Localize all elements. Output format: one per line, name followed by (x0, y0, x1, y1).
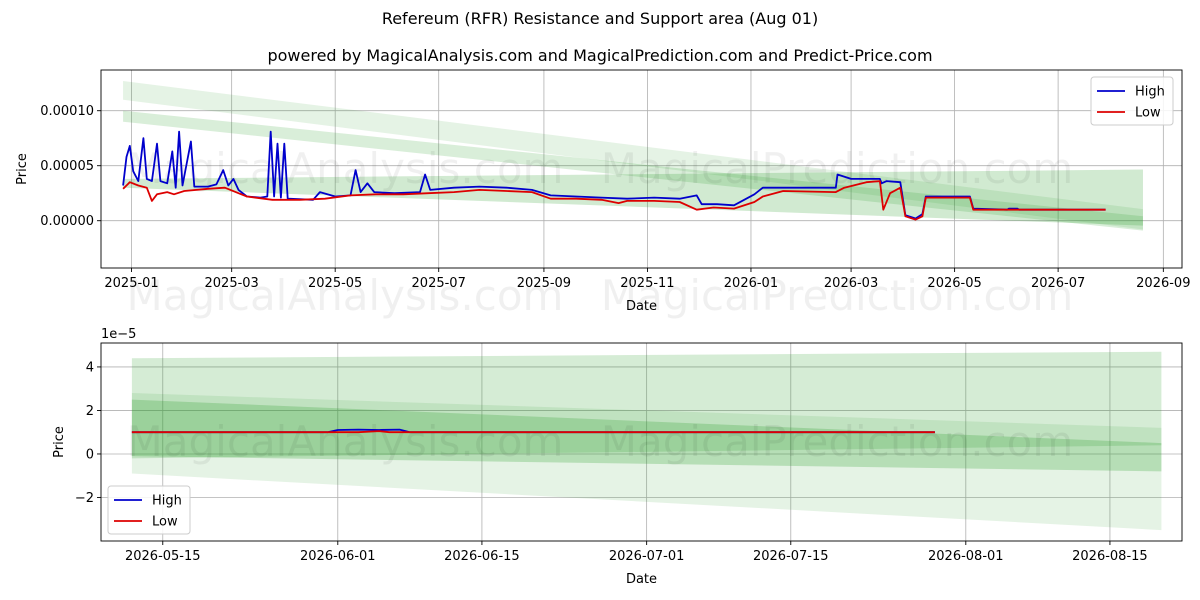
x-tick-label: 2026-01 (724, 276, 778, 291)
x-tick-label: 2025-11 (620, 276, 674, 291)
x-axis-label: Date (626, 299, 657, 314)
x-tick-label: 2026-07-15 (753, 549, 829, 564)
x-tick-label: 2026-09 (1136, 276, 1190, 291)
y-ticks: −2 0 2 4 (75, 360, 101, 506)
x-tick-label: 2026-07 (1031, 276, 1085, 291)
legend: High Low (107, 485, 191, 535)
y-axis-label: Price (52, 426, 67, 458)
legend-label: Low (152, 515, 178, 530)
x-axis-label: Date (626, 572, 657, 587)
y-tick-label: 0.00000 (40, 214, 94, 229)
chart-panel-1: MagicalAnalysis.com MagicalPrediction.com… (15, 69, 1190, 320)
x-tick-label: 2026-06-15 (444, 549, 520, 564)
figure: MagicalAnalysis.com MagicalPrediction.com… (15, 69, 1190, 587)
x-tick-label: 2026-08-15 (1072, 549, 1148, 564)
legend-label: High (1135, 85, 1165, 100)
x-tick-label: 2026-05 (927, 276, 981, 291)
x-ticks: 2026-05-15 2026-06-01 2026-06-15 2026-07-01… (125, 541, 1148, 564)
x-tick-label: 2026-03 (824, 276, 878, 291)
y-tick-label: 0 (86, 447, 94, 462)
watermark: MagicalAnalysis.com (127, 417, 564, 466)
watermarks: MagicalAnalysis.com MagicalPrediction.com (127, 417, 1074, 466)
x-tick-label: 2026-05-15 (125, 549, 201, 564)
y-tick-label: 0.00010 (40, 104, 94, 119)
watermark: MagicalPrediction.com (601, 417, 1074, 466)
y-tick-label: 2 (86, 404, 94, 419)
y-tick-label: 4 (86, 360, 94, 375)
y-axis-multiplier: 1e−5 (101, 327, 136, 342)
chart-panel-2: MagicalAnalysis.com MagicalPrediction.com… (52, 327, 1183, 587)
legend: High Low (1090, 76, 1174, 126)
x-tick-label: 2026-06-01 (300, 549, 376, 564)
x-tick-label: 2026-08-01 (928, 549, 1004, 564)
x-tick-label: 2025-01 (104, 276, 158, 291)
legend-label: Low (1135, 106, 1161, 121)
y-tick-label: 0.00005 (40, 159, 94, 174)
watermark: MagicalPrediction.com (601, 144, 1074, 193)
y-axis-label: Price (15, 153, 30, 185)
x-tick-label: 2025-05 (308, 276, 362, 291)
x-tick-label: 2025-03 (205, 276, 259, 291)
x-tick-label: 2025-09 (517, 276, 571, 291)
legend-label: High (152, 494, 182, 509)
x-tick-label: 2025-07 (412, 276, 466, 291)
y-tick-label: −2 (75, 491, 94, 506)
y-ticks: 0.00000 0.00005 0.00010 (40, 104, 101, 229)
x-tick-label: 2026-07-01 (609, 549, 685, 564)
